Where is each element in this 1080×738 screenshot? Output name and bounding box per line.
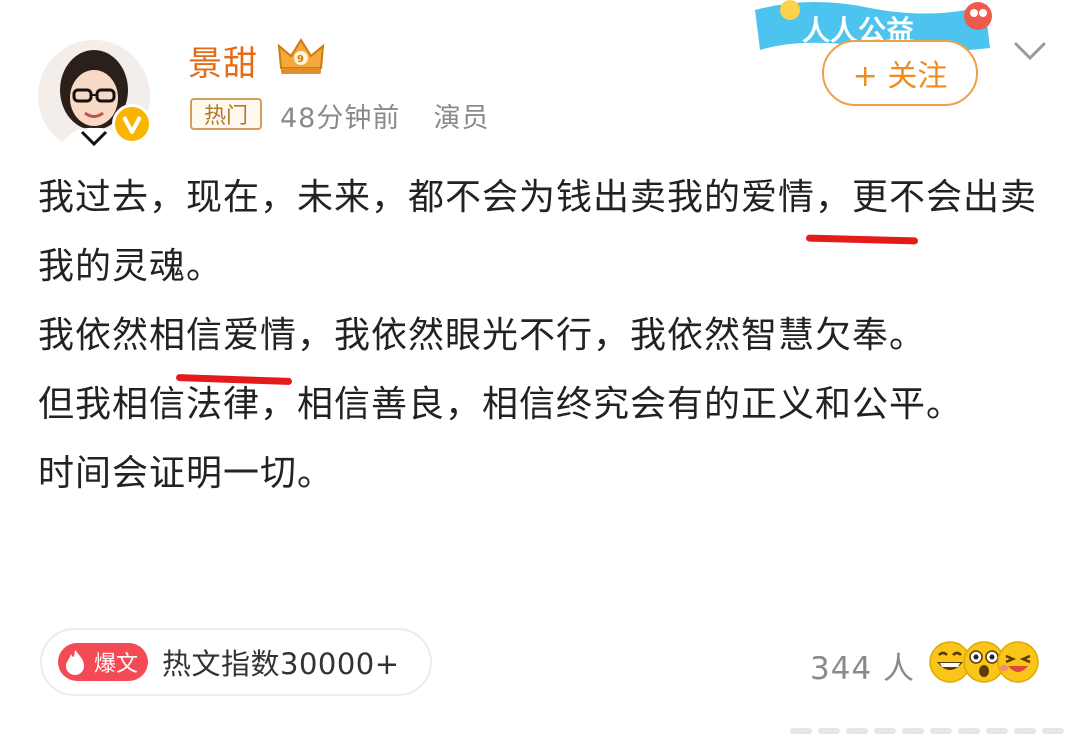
post-meta: 48分钟前 演员	[280, 96, 490, 135]
post-paragraph: 我过去，现在，未来，都不会为钱出卖我的爱情，更不会出卖我的灵魂。	[38, 177, 1038, 287]
user-role: 演员	[433, 103, 490, 134]
chevron-down-icon[interactable]	[1012, 36, 1048, 64]
post-content: 我过去，现在，未来，都不会为钱出卖我的爱情，更不会出卖我的灵魂。 我依然相信爱情…	[38, 163, 1038, 508]
hot-tag: 热门	[190, 98, 262, 130]
crown-badge-icon: 9	[277, 38, 325, 74]
flame-icon	[66, 650, 84, 675]
username[interactable]: 景甜	[188, 36, 258, 85]
post-paragraph: 我依然相信爱情，我依然眼光不行，我依然智慧欠奉。	[38, 315, 927, 356]
post-paragraph: 时间会证明一切。	[38, 453, 335, 494]
bottom-divider	[790, 728, 1064, 734]
svg-text:9: 9	[297, 54, 304, 65]
reaction-count[interactable]: 344 人	[810, 643, 915, 688]
post-time: 48分钟前	[280, 103, 401, 134]
hot-index-text: 热文指数30000+	[162, 647, 400, 681]
laugh-emoji-icon[interactable]	[996, 640, 1040, 684]
verified-v-icon	[112, 104, 152, 144]
follow-button[interactable]: + 关注	[822, 40, 978, 106]
